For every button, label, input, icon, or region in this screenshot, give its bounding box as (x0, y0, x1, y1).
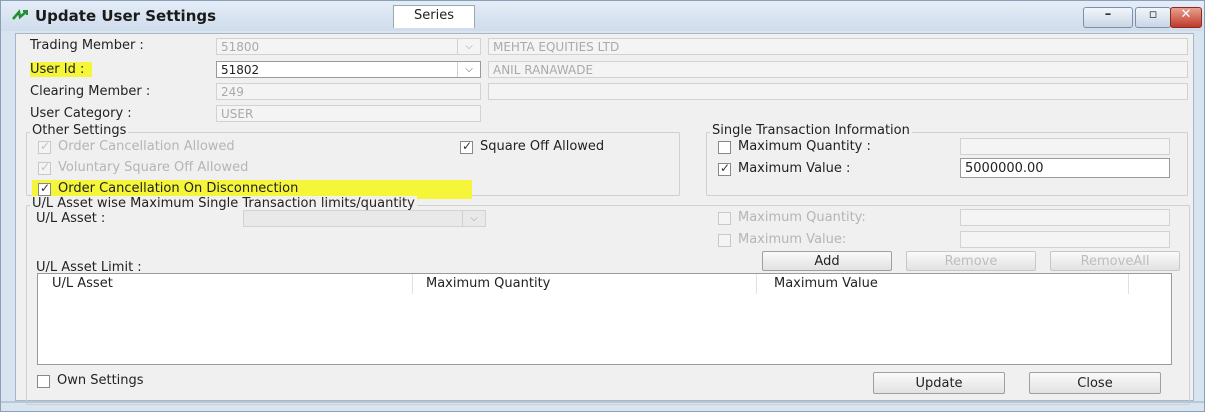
ul-max-quantity-label: Maximum Quantity: (738, 210, 866, 225)
chevron-down-icon[interactable]: ⌵ (457, 62, 480, 77)
ul-max-quantity-input (960, 209, 1170, 226)
bottom-border (1, 401, 1204, 403)
clearing-member-label: Clearing Member : (30, 84, 151, 99)
maximum-quantity-input (960, 138, 1170, 155)
ul-asset-limit-table[interactable]: U/L Asset Maximum Quantity Maximum Value (37, 273, 1172, 365)
trading-member-label: Trading Member : (30, 38, 144, 53)
series-tab[interactable]: Series (393, 5, 475, 28)
user-name-value: ANIL RANAWADE (493, 63, 594, 77)
ul-max-value-checkbox (718, 234, 731, 247)
order-cancellation-allowed-label: Order Cancellation Allowed (58, 139, 235, 154)
close-window-button[interactable]: ✕ (1170, 7, 1202, 28)
maximize-button[interactable]: ▫ (1135, 7, 1171, 28)
user-id-value: 51802 (221, 63, 260, 77)
remove-all-button: RemoveAll (1050, 251, 1180, 271)
ul-max-quantity-checkbox (718, 212, 731, 225)
user-name: ANIL RANAWADE (488, 61, 1188, 78)
chevron-down-icon: ⌵ (457, 39, 480, 54)
maximum-value-input-value: 5000000.00 (965, 161, 1044, 176)
close-icon: ✕ (1180, 7, 1192, 22)
column-header-ul-asset[interactable]: U/L Asset (52, 276, 113, 291)
ul-asset-combo: ⌵ (243, 210, 486, 227)
voluntary-square-off-checkbox: ✓ (38, 160, 51, 175)
user-category-label: User Category : (30, 106, 132, 121)
other-settings-title: Other Settings (30, 123, 129, 138)
close-button[interactable]: Close (1029, 372, 1161, 394)
minimize-button[interactable]: – (1083, 7, 1133, 28)
maximum-value-label: Maximum Value : (738, 161, 851, 176)
maximum-value-checkbox[interactable]: ✓ (718, 161, 731, 176)
ul-asset-label: U/L Asset : (36, 211, 106, 226)
ul-max-value-input (960, 231, 1170, 248)
title-bar[interactable]: Update User Settings Series – ▫ ✕ (1, 1, 1204, 31)
square-off-allowed-checkbox[interactable]: ✓ (460, 139, 473, 154)
ul-max-value-label: Maximum Value: (738, 232, 847, 247)
maximum-quantity-label: Maximum Quantity : (738, 139, 871, 154)
trading-member-name-value: MEHTA EQUITIES LTD (493, 40, 620, 54)
update-button[interactable]: Update (873, 372, 1005, 394)
order-cancellation-disconnect-checkbox[interactable]: ✓ (38, 181, 51, 196)
voluntary-square-off-label: Voluntary Square Off Allowed (58, 160, 249, 175)
trading-member-name: MEHTA EQUITIES LTD (488, 38, 1188, 55)
chevron-down-icon: ⌵ (462, 211, 485, 226)
minimize-icon: – (1104, 7, 1112, 22)
update-user-settings-window: Update User Settings Series – ▫ ✕ Tradin… (0, 0, 1205, 412)
app-icon (12, 9, 28, 20)
add-button[interactable]: Add (762, 251, 892, 271)
column-header-max-value[interactable]: Maximum Value (774, 276, 878, 291)
column-divider (756, 274, 757, 294)
clearing-member-field: 249 (216, 83, 481, 100)
user-id-combo[interactable]: 51802 ⌵ (216, 61, 481, 78)
square-off-allowed-label[interactable]: Square Off Allowed (480, 139, 604, 154)
own-settings-checkbox[interactable] (37, 375, 50, 388)
trading-member-value: 51800 (221, 40, 260, 54)
user-category-value: USER (221, 107, 254, 121)
window-title: Update User Settings (35, 7, 217, 25)
column-header-max-quantity[interactable]: Maximum Quantity (426, 276, 550, 291)
user-id-label: User Id : (30, 62, 93, 77)
order-cancellation-allowed-checkbox: ✓ (38, 139, 51, 154)
maximum-value-input[interactable]: 5000000.00 (960, 158, 1170, 178)
clearing-member-name (488, 83, 1188, 100)
own-settings-label[interactable]: Own Settings (57, 373, 144, 388)
clearing-member-value: 249 (221, 85, 244, 99)
order-cancellation-disconnect-label[interactable]: Order Cancellation On Disconnection (58, 181, 298, 196)
column-divider (1128, 274, 1129, 294)
trading-member-combo: 51800 ⌵ (216, 38, 481, 55)
remove-button: Remove (906, 251, 1036, 271)
maximize-icon: ▫ (1148, 7, 1158, 22)
maximum-quantity-checkbox[interactable] (718, 141, 731, 154)
single-transaction-title: Single Transaction Information (710, 123, 912, 138)
column-divider (412, 274, 413, 294)
user-category-field: USER (216, 105, 481, 122)
ul-asset-section-title: U/L Asset wise Maximum Single Transactio… (30, 196, 417, 211)
